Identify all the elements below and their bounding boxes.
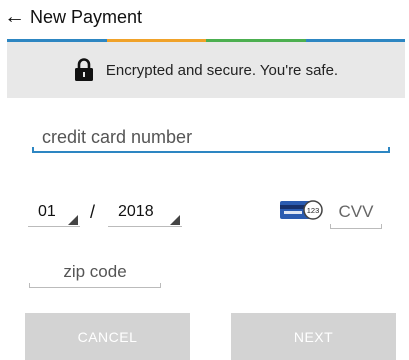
security-message: Encrypted and secure. You're safe. xyxy=(105,61,339,79)
dropdown-triangle-icon xyxy=(170,215,180,225)
app-header: ← New Payment xyxy=(0,0,409,40)
expiry-month-select[interactable]: 01 xyxy=(28,199,80,227)
expiry-month-underline xyxy=(28,226,80,227)
card-number-underline xyxy=(32,147,390,153)
card-icon-text: 123 xyxy=(307,206,320,215)
security-banner: Encrypted and secure. You're safe. xyxy=(7,42,405,98)
cvv-input[interactable] xyxy=(330,198,382,226)
expiry-separator: / xyxy=(90,202,96,222)
expiry-year-underline xyxy=(108,226,182,227)
expiry-year-select[interactable]: 2018 xyxy=(108,199,182,227)
left-arrow-icon[interactable]: ← xyxy=(4,5,25,29)
credit-card-cvv-icon: 123 xyxy=(280,200,323,220)
zip-code-input[interactable] xyxy=(29,258,161,286)
lock-icon xyxy=(74,58,93,81)
page-title: New Payment xyxy=(30,7,143,27)
cvv-underline xyxy=(330,224,382,229)
expiry-year-value: 2018 xyxy=(118,203,154,220)
card-number-input[interactable] xyxy=(32,122,390,152)
dropdown-triangle-icon xyxy=(68,215,78,225)
expiry-month-value: 01 xyxy=(38,203,56,220)
zip-code-underline xyxy=(29,283,161,288)
next-button[interactable]: NEXT xyxy=(231,313,396,360)
cancel-button[interactable]: CANCEL xyxy=(25,313,190,360)
